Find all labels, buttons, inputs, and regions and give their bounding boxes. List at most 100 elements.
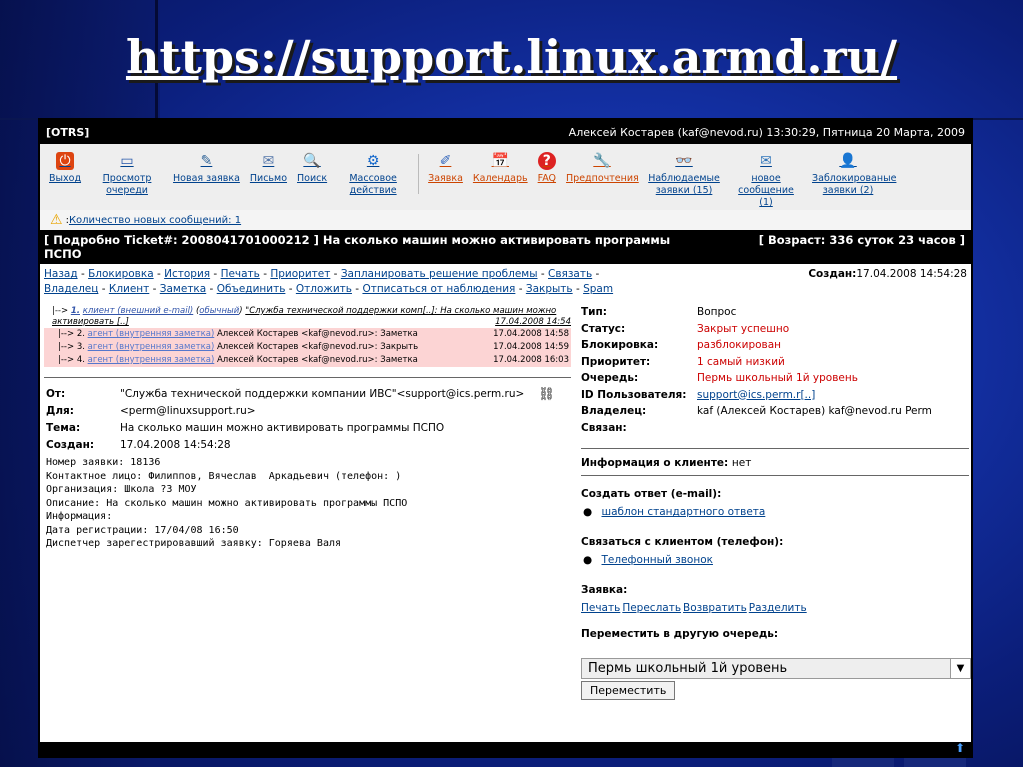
action-link[interactable]: Объединить [217,283,286,295]
user-info: Алексей Костарев (kaf@nevod.ru) 13:30:29… [568,125,965,139]
action-link[interactable]: Блокировка [88,268,154,280]
toolbar: ⏻ Выход ▭ Просмотр очереди ✎ Новая заявка ✉ Пис… [40,144,971,210]
toolbar-item-8[interactable]: ? FAQ [538,152,556,185]
toolbar-item-5[interactable]: ⚙ Массовое действие [337,152,409,197]
thread-type[interactable]: клиент (внешний e-mail) [83,306,194,316]
property-value: Пермь школьный 1й уровень [697,372,858,384]
customer-info-value: нет [731,457,752,469]
calendar-icon: 📅 [491,153,509,169]
thread-date[interactable]: 17.04.2008 14:54 [495,317,571,328]
toolbar-item-9[interactable]: 🔧 Предпочтения [566,152,639,185]
phone-item: ● Телефонный звонок [583,554,713,566]
thread-type[interactable]: агент (внутренняя заметка) [88,329,215,339]
action-link[interactable]: Spam [583,283,613,295]
message-headers: От: "Служба технической поддержки компани… [40,384,575,456]
ticket-icon: ✐ [439,153,452,169]
ticket-header: [ Подробно Ticket#: 2008041701000212 ] Н… [40,230,971,264]
action-link[interactable]: Отложить [296,283,352,295]
action-link[interactable]: Клиент [109,283,149,295]
thread-type[interactable]: агент (внутренняя заметка) [88,355,215,365]
toolbar-label: Массовое действие [349,173,397,196]
top-bar: [OTRS] Алексей Костарев (kaf@nevod.ru) 1… [40,120,971,144]
thread-item[interactable]: |--> 3. агент (внутренняя заметка) Алекс… [44,341,571,354]
toolbar-label: Заявка [428,173,463,184]
thread-mode[interactable]: обычный [199,306,239,316]
ticket-actions-label: Заявка: [581,584,628,596]
reply-template-link[interactable]: шаблон стандартного ответа [602,506,766,518]
thread-item-1[interactable]: |--> 1. клиент (внешний e-mail) (обычный… [44,306,571,328]
property-row: Приоритет: 1 самый низкий [581,354,971,371]
ticket-action-link[interactable]: Разделить [749,602,807,614]
action-link[interactable]: Связать [548,268,592,280]
slide-title: https://support.linux.armd.ru/ [125,30,898,84]
action-link[interactable]: Запланировать решение проблемы [341,268,538,280]
toolbar-item-7[interactable]: 📅 Календарь [473,152,528,185]
move-label: Переместить в другую очередь: [581,628,779,640]
property-key: Статус: [581,322,626,335]
new-ticket-icon: ✎ [200,153,213,169]
ticket-properties: Тип: Вопрос Статус: Закрыт успешно Блокировк… [581,302,971,438]
thread-type[interactable]: агент (внутренняя заметка) [88,342,215,352]
phone-call-link[interactable]: Телефонный звонок [602,554,713,566]
thread-text: Алексей Костарев <kaf@nevod.ru>: Заметка [216,329,418,339]
toolbar-label: Поиск [297,173,328,184]
created-value: 17.04.2008 14:54:28 [856,268,967,280]
attachment-icon[interactable]: ⛓ [538,386,555,403]
action-link[interactable]: История [164,268,210,280]
bulk-action-icon: ⚙ [366,153,380,169]
queue-select[interactable]: Пермь школьный 1й уровень ▼ [581,658,971,679]
thread-item[interactable]: |--> 4. агент (внутренняя заметка) Алекс… [44,354,571,367]
watched-icon: 👓 [675,153,693,169]
ticket-action-link[interactable]: Печать [581,602,620,614]
toolbar-label: Заблокированые заявки (2) [812,173,897,196]
power-icon: ⏻ [56,152,75,170]
toolbar-item-1[interactable]: ▭ Просмотр очереди [91,152,163,197]
property-key: Очередь: [581,372,639,384]
customer-info-label: Информация о клиенте: [581,457,729,469]
scroll-up-icon[interactable]: ⬆ [955,741,965,755]
thread-prefix: |--> 2. [58,329,85,339]
toolbar-item-3[interactable]: ✉ Письмо [250,152,287,185]
action-link[interactable]: Приоритет [270,268,330,280]
action-link[interactable]: Закрыть [526,283,573,295]
property-value[interactable]: support@ics.perm.r[..] [697,387,815,404]
toolbar-label: Календарь [472,173,528,184]
toolbar-item-2[interactable]: ✎ Новая заявка [173,152,240,185]
thread-item[interactable]: |--> 2. агент (внутренняя заметка) Алекс… [44,328,571,341]
property-row: Связан: [581,420,971,437]
ticket-title: [ Подробно Ticket#: 2008041701000212 ] Н… [44,233,671,261]
property-row: Тип: Вопрос [581,304,971,321]
reply-label: Создать ответ (e-mail): [581,488,722,500]
actions-line-2: Владелец - Клиент - Заметка - Объединить… [44,283,614,295]
chevron-down-icon[interactable]: ▼ [950,659,970,678]
new-messages-link[interactable]: Количество новых сообщений: 1 [69,215,241,226]
action-link[interactable]: Отписаться от наблюдения [362,283,515,295]
to-label: Для: [46,405,74,417]
toolbar-item-0[interactable]: ⏻ Выход [49,152,81,185]
action-link[interactable]: Заметка [160,283,206,295]
to-value: <perm@linuxsupport.ru> [120,405,256,417]
action-link[interactable]: Назад [44,268,78,280]
right-column: Тип: Вопрос Статус: Закрыт успешно Блокировк… [575,302,971,700]
toolbar-item-11[interactable]: ✉ новое сообщение (1) [730,152,802,209]
ticket-age: [ Возраст: 336 суток 23 часов ] [758,233,965,247]
article-thread: |--> 1. клиент (внешний e-mail) (обычный… [40,302,575,371]
property-value: разблокирован [697,339,782,351]
ticket-action-link[interactable]: Переслать [622,602,681,614]
toolbar-item-10[interactable]: 👓 Наблюдаемые заявки (15) [648,152,720,197]
toolbar-item-12[interactable]: 👤 Заблокированые заявки (2) [812,152,897,197]
thread-prefix: |--> [52,306,69,316]
toolbar-item-4[interactable]: 🔍 Поиск [297,152,327,185]
toolbar-label: Предпочтения [566,173,639,184]
property-value: kaf (Алексей Костарев) kaf@nevod.ru Perm [697,405,932,417]
thread-num[interactable]: 1. [71,306,80,316]
ticket-action-link[interactable]: Возвратить [683,602,747,614]
property-row: Блокировка: разблокирован [581,337,971,354]
action-link[interactable]: Владелец [44,283,98,295]
phone-label: Связаться с клиентом (телефон): [581,536,784,548]
toolbar-item-6[interactable]: ✐ Заявка [428,152,463,185]
action-link[interactable]: Печать [221,268,260,280]
toolbar-label: новое сообщение (1) [738,173,794,208]
warning-icon: ⚠ [50,212,63,228]
move-button[interactable]: Переместить [581,681,676,700]
